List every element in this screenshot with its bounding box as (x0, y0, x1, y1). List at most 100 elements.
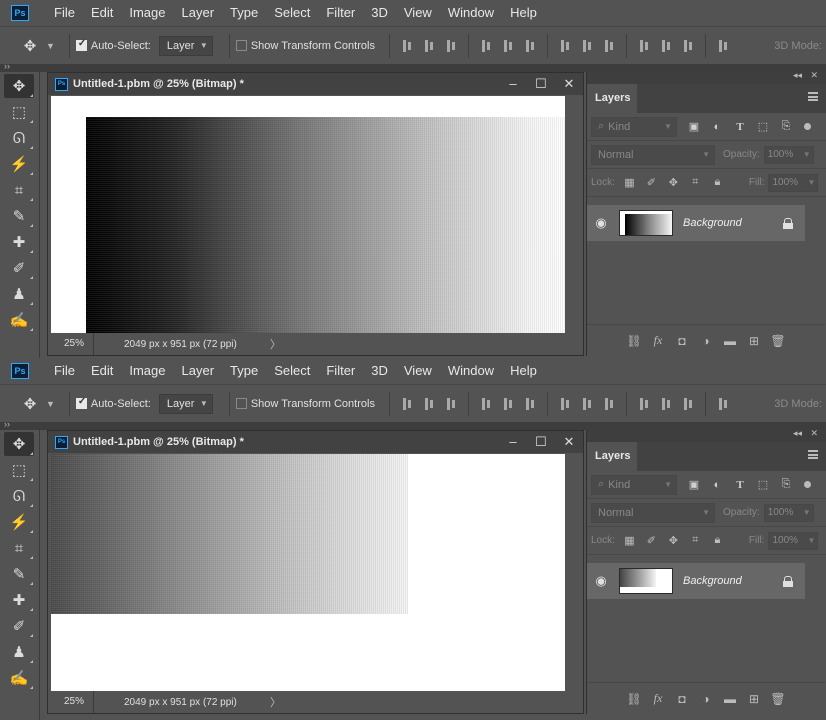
distribute-bottom-icon[interactable] (603, 397, 615, 411)
menu-window[interactable]: Window (440, 358, 502, 384)
clone-stamp-tool-icon[interactable]: ♟ (4, 282, 34, 306)
close-button[interactable]: ✕ (555, 73, 583, 95)
lock-image-pixels-icon[interactable]: ✐ (643, 532, 660, 549)
distribute-left-icon[interactable] (638, 397, 650, 411)
lock-position-icon[interactable]: ✥ (665, 532, 682, 549)
magic-wand-tool-icon[interactable]: ⚡ (4, 152, 34, 176)
filter-pixel-layers-icon[interactable]: ▣ (685, 476, 703, 494)
minimize-button[interactable]: – (499, 73, 527, 95)
expand-panels-icon[interactable]: ›› (4, 61, 10, 71)
distribute-vertical-center-icon[interactable] (581, 397, 593, 411)
filter-type-layers-icon[interactable]: T (731, 476, 749, 494)
filter-adjustment-layers-icon[interactable]: ◐ (708, 118, 726, 136)
filter-toggle-icon[interactable] (804, 481, 811, 488)
new-layer-icon[interactable]: ⊞ (745, 332, 763, 350)
distribute-bottom-icon[interactable] (603, 39, 615, 53)
filter-kind-dropdown[interactable]: ⌕ Kind ▼ (591, 474, 677, 495)
filter-toggle-icon[interactable] (804, 123, 811, 130)
crop-tool-icon[interactable]: ⌗ (4, 536, 34, 560)
clone-stamp-tool-icon[interactable]: ♟ (4, 640, 34, 664)
align-vertical-center-icon[interactable] (423, 39, 435, 53)
fill-field[interactable]: 100% ▼ (768, 531, 819, 550)
auto-align-layers-icon[interactable] (717, 397, 729, 411)
eye-visibility-icon[interactable]: ◉ (587, 215, 615, 231)
show-transform-checkbox[interactable] (235, 398, 247, 409)
blend-mode-dropdown[interactable]: Normal ▼ (591, 144, 715, 165)
filter-type-layers-icon[interactable]: T (731, 118, 749, 136)
lock-transparent-pixels-icon[interactable]: ▦ (621, 174, 638, 191)
filter-pixel-layers-icon[interactable]: ▣ (685, 118, 703, 136)
layer-lock-icon[interactable] (783, 575, 793, 587)
layer-row-background[interactable]: ◉ Background (587, 205, 805, 241)
layer-name[interactable]: Background (683, 217, 742, 229)
menu-window[interactable]: Window (440, 0, 502, 26)
align-left-icon[interactable] (480, 39, 492, 53)
brush-tool-icon[interactable]: ✐ (4, 614, 34, 638)
zoom-level[interactable]: 25% (48, 333, 94, 355)
document-canvas[interactable] (51, 454, 565, 692)
menu-view[interactable]: View (396, 0, 440, 26)
menu-select[interactable]: Select (266, 0, 318, 26)
filter-smart-objects-icon[interactable]: ⎘ (777, 118, 795, 136)
vertical-scrollbar[interactable] (566, 96, 583, 334)
eyedropper-tool-icon[interactable]: ✎ (4, 204, 34, 228)
maximize-button[interactable]: ☐ (527, 73, 555, 95)
move-tool-preset-icon[interactable]: ✥ (20, 37, 40, 55)
distribute-right-icon[interactable] (682, 397, 694, 411)
marquee-tool-icon[interactable]: ⬚ (4, 100, 34, 124)
layer-row-background[interactable]: ◉ Background (587, 563, 805, 599)
auto-align-layers-icon[interactable] (717, 39, 729, 53)
maximize-button[interactable]: ☐ (527, 431, 555, 453)
lock-transparent-pixels-icon[interactable]: ▦ (621, 532, 638, 549)
align-right-icon[interactable] (524, 39, 536, 53)
distribute-horizontal-center-icon[interactable] (660, 397, 672, 411)
opacity-field[interactable]: 100% ▼ (763, 145, 814, 164)
link-layers-icon[interactable]: ⛓ (625, 332, 643, 350)
new-group-icon[interactable]: ▬ (721, 690, 739, 708)
lock-all-icon[interactable]: 🔒︎ (709, 174, 726, 191)
fx-icon[interactable]: fx (649, 332, 667, 350)
tab-layers[interactable]: Layers (587, 84, 637, 113)
menu-select[interactable]: Select (266, 358, 318, 384)
layer-lock-icon[interactable] (783, 217, 793, 229)
menu-filter[interactable]: Filter (318, 358, 363, 384)
magic-wand-tool-icon[interactable]: ⚡ (4, 510, 34, 534)
menu-type[interactable]: Type (222, 358, 266, 384)
menu-file[interactable]: File (46, 358, 83, 384)
delete-layer-icon[interactable]: 🗑︎ (769, 690, 787, 708)
collapse-panels-icon[interactable]: ◂◂ (793, 70, 802, 81)
chevron-down-icon[interactable]: ▼ (46, 41, 55, 51)
adjustment-layer-icon[interactable]: ◑ (697, 690, 715, 708)
align-top-icon[interactable] (401, 397, 413, 411)
filter-shape-layers-icon[interactable]: ⬚ (754, 118, 772, 136)
minimize-button[interactable]: – (499, 431, 527, 453)
eyedropper-tool-icon[interactable]: ✎ (4, 562, 34, 586)
panel-menu-icon[interactable] (808, 450, 818, 459)
auto-select-target-dropdown[interactable]: Layer ▼ (158, 35, 213, 56)
zoom-level[interactable]: 25% (48, 691, 94, 713)
delete-layer-icon[interactable]: 🗑︎ (769, 332, 787, 350)
menu-3d[interactable]: 3D (363, 0, 396, 26)
document-tab[interactable]: Ps Untitled-1.pbm @ 25% (Bitmap) * – ☐ ✕ (48, 431, 583, 453)
align-vertical-center-icon[interactable] (423, 397, 435, 411)
document-canvas[interactable] (51, 96, 565, 334)
tab-layers[interactable]: Layers (587, 442, 637, 471)
expand-panels-icon[interactable]: ›› (4, 419, 10, 429)
menu-image[interactable]: Image (121, 358, 173, 384)
align-bottom-icon[interactable] (445, 397, 457, 411)
distribute-vertical-center-icon[interactable] (581, 39, 593, 53)
lasso-tool-icon[interactable]: ᘏ (4, 126, 34, 150)
lock-artboard-icon[interactable]: ⌗ (687, 532, 704, 549)
crop-tool-icon[interactable]: ⌗ (4, 178, 34, 202)
distribute-left-icon[interactable] (638, 39, 650, 53)
menu-view[interactable]: View (396, 358, 440, 384)
brush-tool-icon[interactable]: ✐ (4, 256, 34, 280)
align-bottom-icon[interactable] (445, 39, 457, 53)
filter-adjustment-layers-icon[interactable]: ◐ (708, 476, 726, 494)
menu-edit[interactable]: Edit (83, 0, 121, 26)
close-button[interactable]: ✕ (555, 431, 583, 453)
distribute-horizontal-center-icon[interactable] (660, 39, 672, 53)
menu-image[interactable]: Image (121, 0, 173, 26)
move-tool-preset-icon[interactable]: ✥ (20, 395, 40, 413)
panel-menu-icon[interactable] (808, 92, 818, 101)
